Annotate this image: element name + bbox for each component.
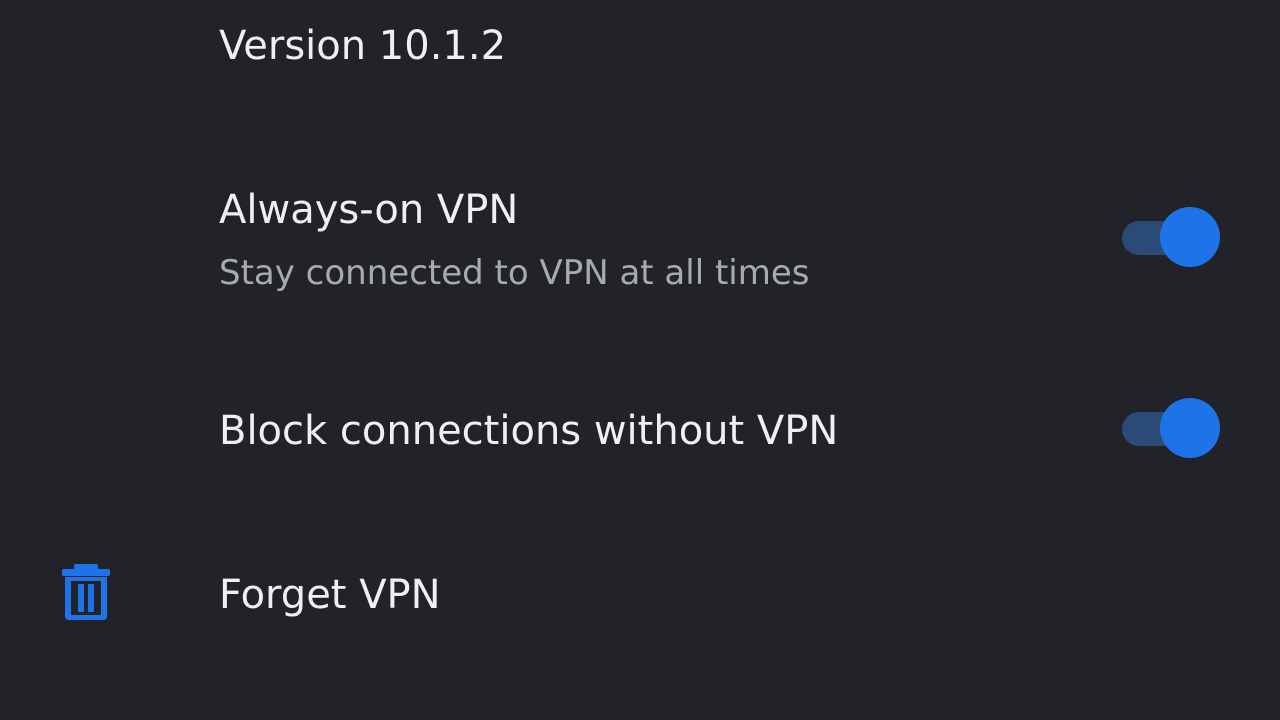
block-connections-toggle[interactable] [1120,397,1222,459]
trash-icon[interactable] [60,562,112,622]
always-on-vpn-toggle[interactable] [1120,206,1222,268]
toggle-thumb [1160,207,1220,267]
forget-vpn-title: Forget VPN [219,572,441,618]
version-label: Version 10.1.2 [219,23,507,69]
vpn-settings-screen: Version 10.1.2 Always-on VPN Stay connec… [0,0,1280,720]
block-connections-title: Block connections without VPN [219,408,839,454]
always-on-vpn-row[interactable]: Always-on VPN Stay connected to VPN at a… [0,175,1280,315]
block-connections-row[interactable]: Block connections without VPN [0,380,1280,480]
toggle-thumb [1160,398,1220,458]
always-on-vpn-title: Always-on VPN [219,187,519,233]
always-on-vpn-subtitle: Stay connected to VPN at all times [219,253,810,293]
forget-vpn-row[interactable]: Forget VPN [0,545,1280,645]
